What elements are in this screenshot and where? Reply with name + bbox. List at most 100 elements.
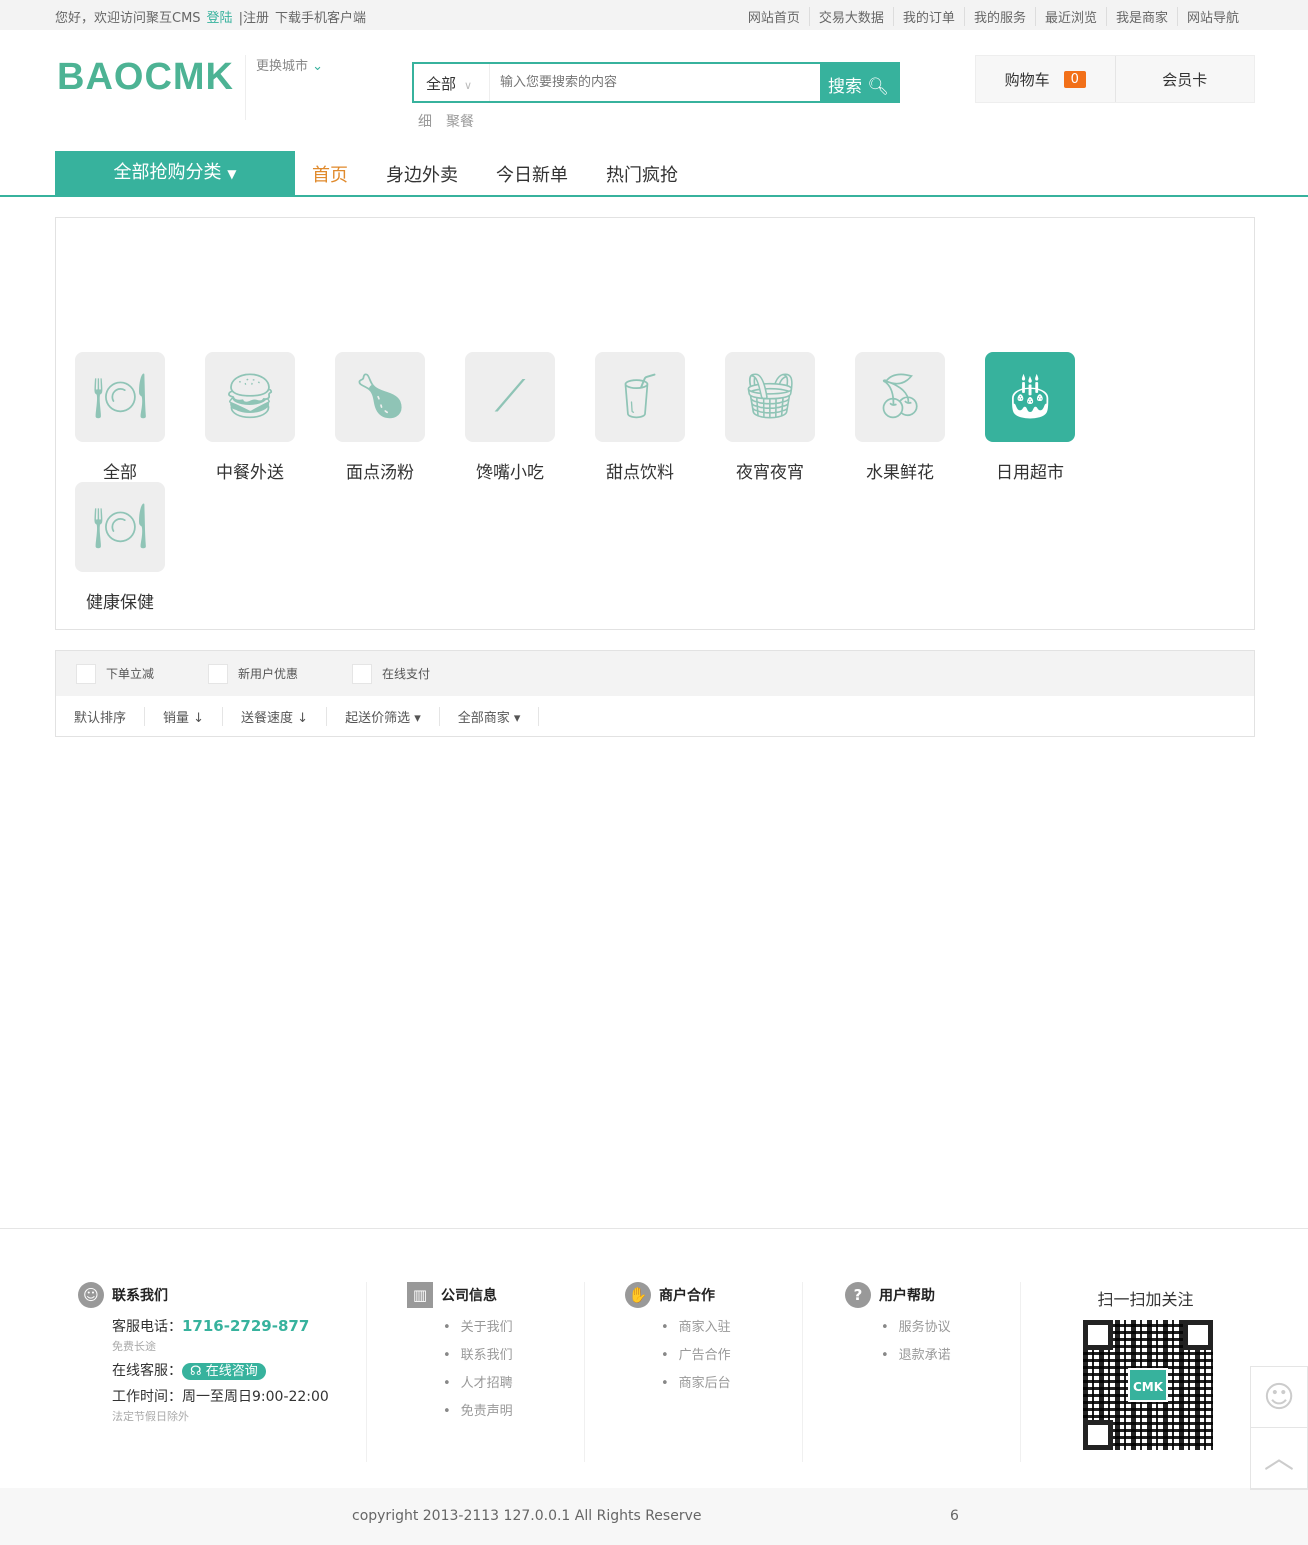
search-input[interactable] bbox=[490, 64, 820, 101]
category-chinese[interactable]: 🍔︎ 中餐外送 bbox=[205, 352, 295, 483]
top-link-sitenav[interactable]: 网站导航 bbox=[1176, 7, 1248, 26]
filter-discount[interactable]: 下单立减 bbox=[76, 663, 155, 684]
footer-heading: 联系我们 bbox=[112, 1288, 168, 1304]
top-link-home[interactable]: 网站首页 bbox=[739, 7, 809, 26]
side-toolbar: ☺ ︿ bbox=[1250, 1366, 1308, 1490]
building-icon: ▥ bbox=[407, 1282, 433, 1308]
category-fruit[interactable]: 🍒︎ 水果鲜花 bbox=[855, 352, 945, 483]
checkbox[interactable] bbox=[352, 663, 373, 684]
sort-delivery-speed[interactable]: 送餐速度 ↓ bbox=[223, 706, 328, 726]
filter-all-merchants[interactable]: 全部商家 ▾ bbox=[440, 706, 540, 726]
filter-min-price[interactable]: 起送价筛选 ▾ bbox=[327, 706, 440, 726]
category-night[interactable]: 🧺︎ 夜宵夜宵 bbox=[725, 352, 815, 483]
footer-company: ▥ 公司信息 关于我们联系我们人才招聘免责声明 bbox=[366, 1282, 584, 1462]
back-to-top-icon[interactable]: ︿ bbox=[1251, 1428, 1307, 1489]
juice-icon: 🥤︎ bbox=[595, 352, 685, 442]
plate-icon: 🍽︎ bbox=[75, 352, 165, 442]
qr-logo: CMK bbox=[1128, 1368, 1168, 1402]
question-icon: ? bbox=[845, 1282, 871, 1308]
footer-link[interactable]: 人才招聘 bbox=[443, 1370, 584, 1398]
hot-words: 细聚餐 bbox=[418, 111, 488, 131]
footer-contact: ☺ 联系我们 客服电话：1716-2729-877 免费长途 在线客服： ☊ 在线咨… bbox=[78, 1282, 366, 1462]
member-card-button[interactable]: 会员卡 bbox=[1116, 56, 1255, 102]
category-label: 全部 bbox=[103, 463, 137, 483]
member-card-label: 会员卡 bbox=[1162, 70, 1208, 89]
category-all[interactable]: 🍽︎ 全部 bbox=[75, 352, 165, 483]
hot-word[interactable]: 聚餐 bbox=[446, 114, 474, 130]
footer-link[interactable]: 关于我们 bbox=[443, 1314, 584, 1342]
burger-drink-icon: 🍔︎ bbox=[205, 352, 295, 442]
online-consult-label: 在线咨询 bbox=[205, 1364, 258, 1379]
footer-heading: 公司信息 bbox=[441, 1288, 497, 1304]
top-link-recent[interactable]: 最近浏览 bbox=[1034, 7, 1106, 26]
top-link-merchant[interactable]: 我是商家 bbox=[1105, 7, 1177, 26]
phone-number: 1716-2729-877 bbox=[182, 1317, 310, 1335]
category-noodles[interactable]: 🍗︎ 面点汤粉 bbox=[335, 352, 425, 483]
cherry-icon: 🍒︎ bbox=[855, 352, 945, 442]
customer-service-icon[interactable]: ☺ bbox=[1251, 1367, 1307, 1428]
register-link[interactable]: 注册 bbox=[243, 11, 269, 26]
filter-panel: 下单立减 新用户优惠 在线支付 默认排序 销量 ↓ 送餐速度 ↓ 起送价筛选 ▾… bbox=[55, 650, 1255, 737]
nav-home[interactable]: 首页 bbox=[312, 161, 348, 187]
category-supermarket[interactable]: 🎂︎ 日用超市 bbox=[985, 352, 1075, 483]
category-snacks[interactable]: ⟋ 馋嘴小吃 bbox=[465, 352, 555, 483]
nav-today-new[interactable]: 今日新单 bbox=[496, 161, 568, 187]
footer-heading: 用户帮助 bbox=[879, 1288, 935, 1304]
change-city[interactable]: 更换城市 ⌄ bbox=[245, 55, 323, 120]
chevron-down-icon: ⌄ bbox=[312, 59, 324, 74]
footer-link[interactable]: 商家入驻 bbox=[661, 1314, 802, 1342]
category-drinks[interactable]: 🥤︎ 甜点饮料 bbox=[595, 352, 685, 483]
online-consult-button[interactable]: ☊ 在线咨询 bbox=[182, 1363, 266, 1380]
follow-heading: 扫一扫加关注 bbox=[1097, 1290, 1194, 1309]
hot-word[interactable]: 细 bbox=[418, 114, 432, 130]
category-label: 水果鲜花 bbox=[866, 463, 934, 483]
all-categories-label: 全部抢购分类 bbox=[113, 162, 222, 183]
search-button-label: 搜索 bbox=[828, 77, 862, 97]
top-bar: 您好，欢迎访问聚互CMS 登陆 |注册 下载手机客户端 网站首页 交易大数据 我的订单… bbox=[0, 0, 1308, 30]
login-link[interactable]: 登陆 bbox=[207, 11, 233, 26]
copyright-bar: copyright 2013-2113 127.0.0.1 All Rights… bbox=[0, 1488, 1308, 1545]
search-button[interactable]: 搜索 🔍︎ bbox=[820, 64, 898, 101]
work-hours: 工作时间：周一至周日9:00-22:00 bbox=[112, 1389, 329, 1405]
filter-online-pay[interactable]: 在线支付 bbox=[352, 663, 431, 684]
page-number: 6 bbox=[950, 1508, 959, 1524]
logo[interactable]: BAOCMK bbox=[57, 56, 234, 99]
filter-new-user[interactable]: 新用户优惠 bbox=[208, 663, 298, 684]
plate-icon: 🍽︎ bbox=[75, 482, 165, 572]
category-label: 夜宵夜宵 bbox=[736, 463, 804, 483]
free-call-note: 免费长途 bbox=[112, 1340, 156, 1353]
footer-heading: 商户合作 bbox=[659, 1288, 715, 1304]
cart-button[interactable]: 购物车 0 bbox=[976, 56, 1116, 102]
chevron-down-icon: ∨ bbox=[464, 79, 473, 92]
category-health[interactable]: 🍽︎ 健康保健 bbox=[75, 482, 165, 613]
top-link-orders[interactable]: 我的订单 bbox=[892, 7, 964, 26]
search-scope-select[interactable]: 全部 ∨ bbox=[414, 64, 490, 101]
checkbox[interactable] bbox=[76, 663, 96, 684]
nav-nearby-takeout[interactable]: 身边外卖 bbox=[386, 161, 458, 187]
nav-hot-deals[interactable]: 热门疯抢 bbox=[606, 161, 678, 187]
cart-label: 购物车 bbox=[1004, 70, 1050, 89]
top-link-data[interactable]: 交易大数据 bbox=[808, 7, 893, 26]
cake-icon: 🎂︎ bbox=[985, 352, 1075, 442]
chicken-icon: 🍗︎ bbox=[335, 352, 425, 442]
download-link[interactable]: 下载手机客户端 bbox=[275, 11, 366, 26]
category-label: 中餐外送 bbox=[216, 463, 284, 483]
footer-link[interactable]: 服务协议 bbox=[881, 1314, 1020, 1342]
cart-count-badge: 0 bbox=[1063, 70, 1086, 88]
category-label: 甜点饮料 bbox=[606, 463, 674, 483]
filter-label: 下单立减 bbox=[106, 667, 155, 681]
footer-link[interactable]: 商家后台 bbox=[661, 1370, 802, 1398]
all-categories-button[interactable]: 全部抢购分类 ▼ bbox=[55, 151, 295, 195]
top-link-service[interactable]: 我的服务 bbox=[963, 7, 1035, 26]
sort-sales[interactable]: 销量 ↓ bbox=[145, 706, 224, 726]
footer-link[interactable]: 联系我们 bbox=[443, 1342, 584, 1370]
search-bar: 全部 ∨ 搜索 🔍︎ bbox=[412, 62, 900, 103]
footer-link[interactable]: 退款承诺 bbox=[881, 1342, 1020, 1370]
footer-link[interactable]: 免责声明 bbox=[443, 1398, 584, 1426]
caret-down-icon: ▼ bbox=[227, 167, 237, 181]
city-label: 更换城市 bbox=[256, 59, 309, 74]
sort-default[interactable]: 默认排序 bbox=[56, 706, 146, 726]
filter-label: 在线支付 bbox=[382, 667, 431, 681]
footer-link[interactable]: 广告合作 bbox=[661, 1342, 802, 1370]
checkbox[interactable] bbox=[208, 663, 229, 684]
